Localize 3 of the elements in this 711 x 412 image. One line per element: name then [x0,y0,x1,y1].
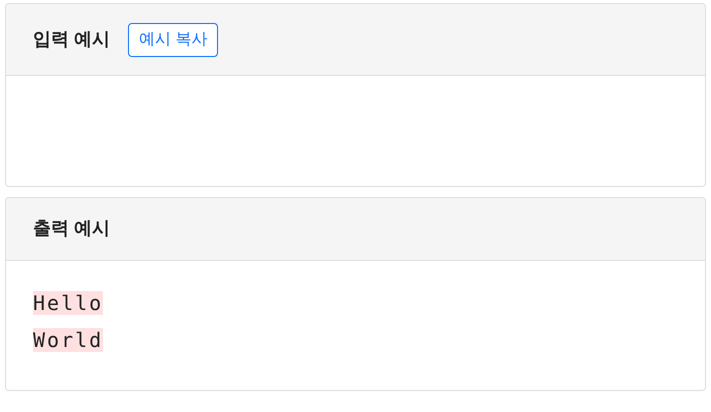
card-title: 입력 예시 [33,28,110,50]
card-title: 출력 예시 [33,218,110,240]
copy-button[interactable]: 예시 복사 [128,22,218,56]
